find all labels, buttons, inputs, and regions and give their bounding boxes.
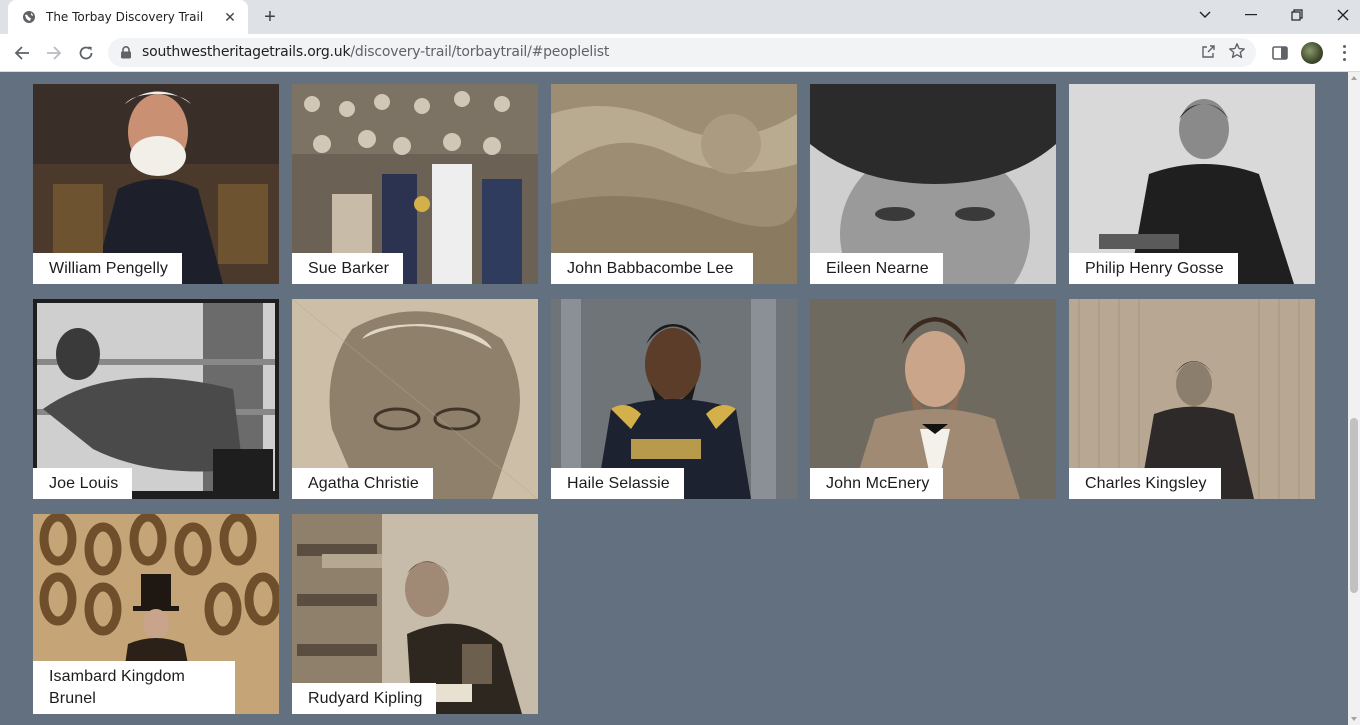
person-name: Joe Louis (33, 468, 133, 499)
reload-icon[interactable] (74, 41, 98, 65)
person-card-william-pengelly[interactable]: William Pengelly (33, 84, 279, 284)
person-card-haile-selassie[interactable]: Haile Selassie (551, 299, 797, 499)
person-name: William Pengelly (33, 253, 182, 284)
person-name: Eileen Nearne (810, 253, 943, 284)
browser-tab[interactable]: The Torbay Discovery Trail ✕ (8, 0, 248, 34)
bookmark-star-icon[interactable] (1228, 42, 1246, 60)
person-card-agatha-christie[interactable]: Agatha Christie (292, 299, 538, 499)
minimize-icon[interactable] (1228, 0, 1274, 30)
url-host: southwestheritagetrails.org.uk (142, 44, 351, 60)
person-card-john-mcenery[interactable]: John McEnery (810, 299, 1056, 499)
person-card-isambard-kingdom-brunel[interactable]: Isambard Kingdom Brunel (33, 514, 279, 714)
person-card-eileen-nearne[interactable]: Eileen Nearne (810, 84, 1056, 284)
person-card-sue-barker[interactable]: Sue Barker (292, 84, 538, 284)
menu-icon[interactable] (1336, 43, 1352, 63)
back-icon[interactable] (10, 41, 34, 65)
forward-icon[interactable] (42, 41, 66, 65)
person-card-joe-louis[interactable]: Joe Louis (33, 299, 279, 499)
restore-icon[interactable] (1274, 0, 1320, 30)
new-tab-button[interactable]: + (258, 6, 282, 28)
person-name: John Babbacombe Lee (551, 253, 753, 284)
person-card-john-babbacombe-lee[interactable]: John Babbacombe Lee (551, 84, 797, 284)
toolbar: southwestheritagetrails.org.uk/discovery… (0, 34, 1360, 72)
person-name: Charles Kingsley (1069, 468, 1221, 499)
person-card-philip-henry-gosse[interactable]: Philip Henry Gosse (1069, 84, 1315, 284)
person-name: Haile Selassie (551, 468, 684, 499)
address-bar[interactable]: southwestheritagetrails.org.uk/discovery… (108, 38, 1256, 67)
scroll-thumb[interactable] (1350, 418, 1358, 593)
person-name: Rudyard Kipling (292, 683, 437, 714)
profile-avatar[interactable] (1301, 42, 1323, 64)
globe-icon (23, 11, 35, 23)
tab-search-icon[interactable] (1182, 0, 1228, 30)
person-name: Agatha Christie (292, 468, 433, 499)
scroll-down-arrow[interactable] (1351, 717, 1357, 721)
person-name: John McEnery (810, 468, 944, 499)
person-card-rudyard-kipling[interactable]: Rudyard Kipling (292, 514, 538, 714)
scroll-up-arrow[interactable] (1351, 76, 1357, 80)
tab-title: The Torbay Discovery Trail (46, 10, 204, 24)
close-icon[interactable]: ✕ (222, 9, 238, 25)
person-name: Isambard Kingdom Brunel (33, 661, 235, 714)
person-name: Sue Barker (292, 253, 404, 284)
people-grid: William Pengelly Sue Barker John Babbaco… (0, 72, 1348, 725)
share-icon[interactable] (1200, 44, 1216, 60)
person-name: Philip Henry Gosse (1069, 253, 1238, 284)
page-scrollbar[interactable] (1348, 72, 1360, 725)
person-card-charles-kingsley[interactable]: Charles Kingsley (1069, 299, 1315, 499)
url-text: southwestheritagetrails.org.uk/discovery… (142, 44, 609, 60)
close-window-icon[interactable] (1320, 0, 1360, 30)
side-panel-icon[interactable] (1270, 43, 1290, 63)
url-path: /discovery-trail/torbaytrail/#peoplelist (350, 44, 610, 60)
lock-icon[interactable] (120, 46, 132, 59)
tab-bar: The Torbay Discovery Trail ✕ + (0, 0, 1360, 34)
